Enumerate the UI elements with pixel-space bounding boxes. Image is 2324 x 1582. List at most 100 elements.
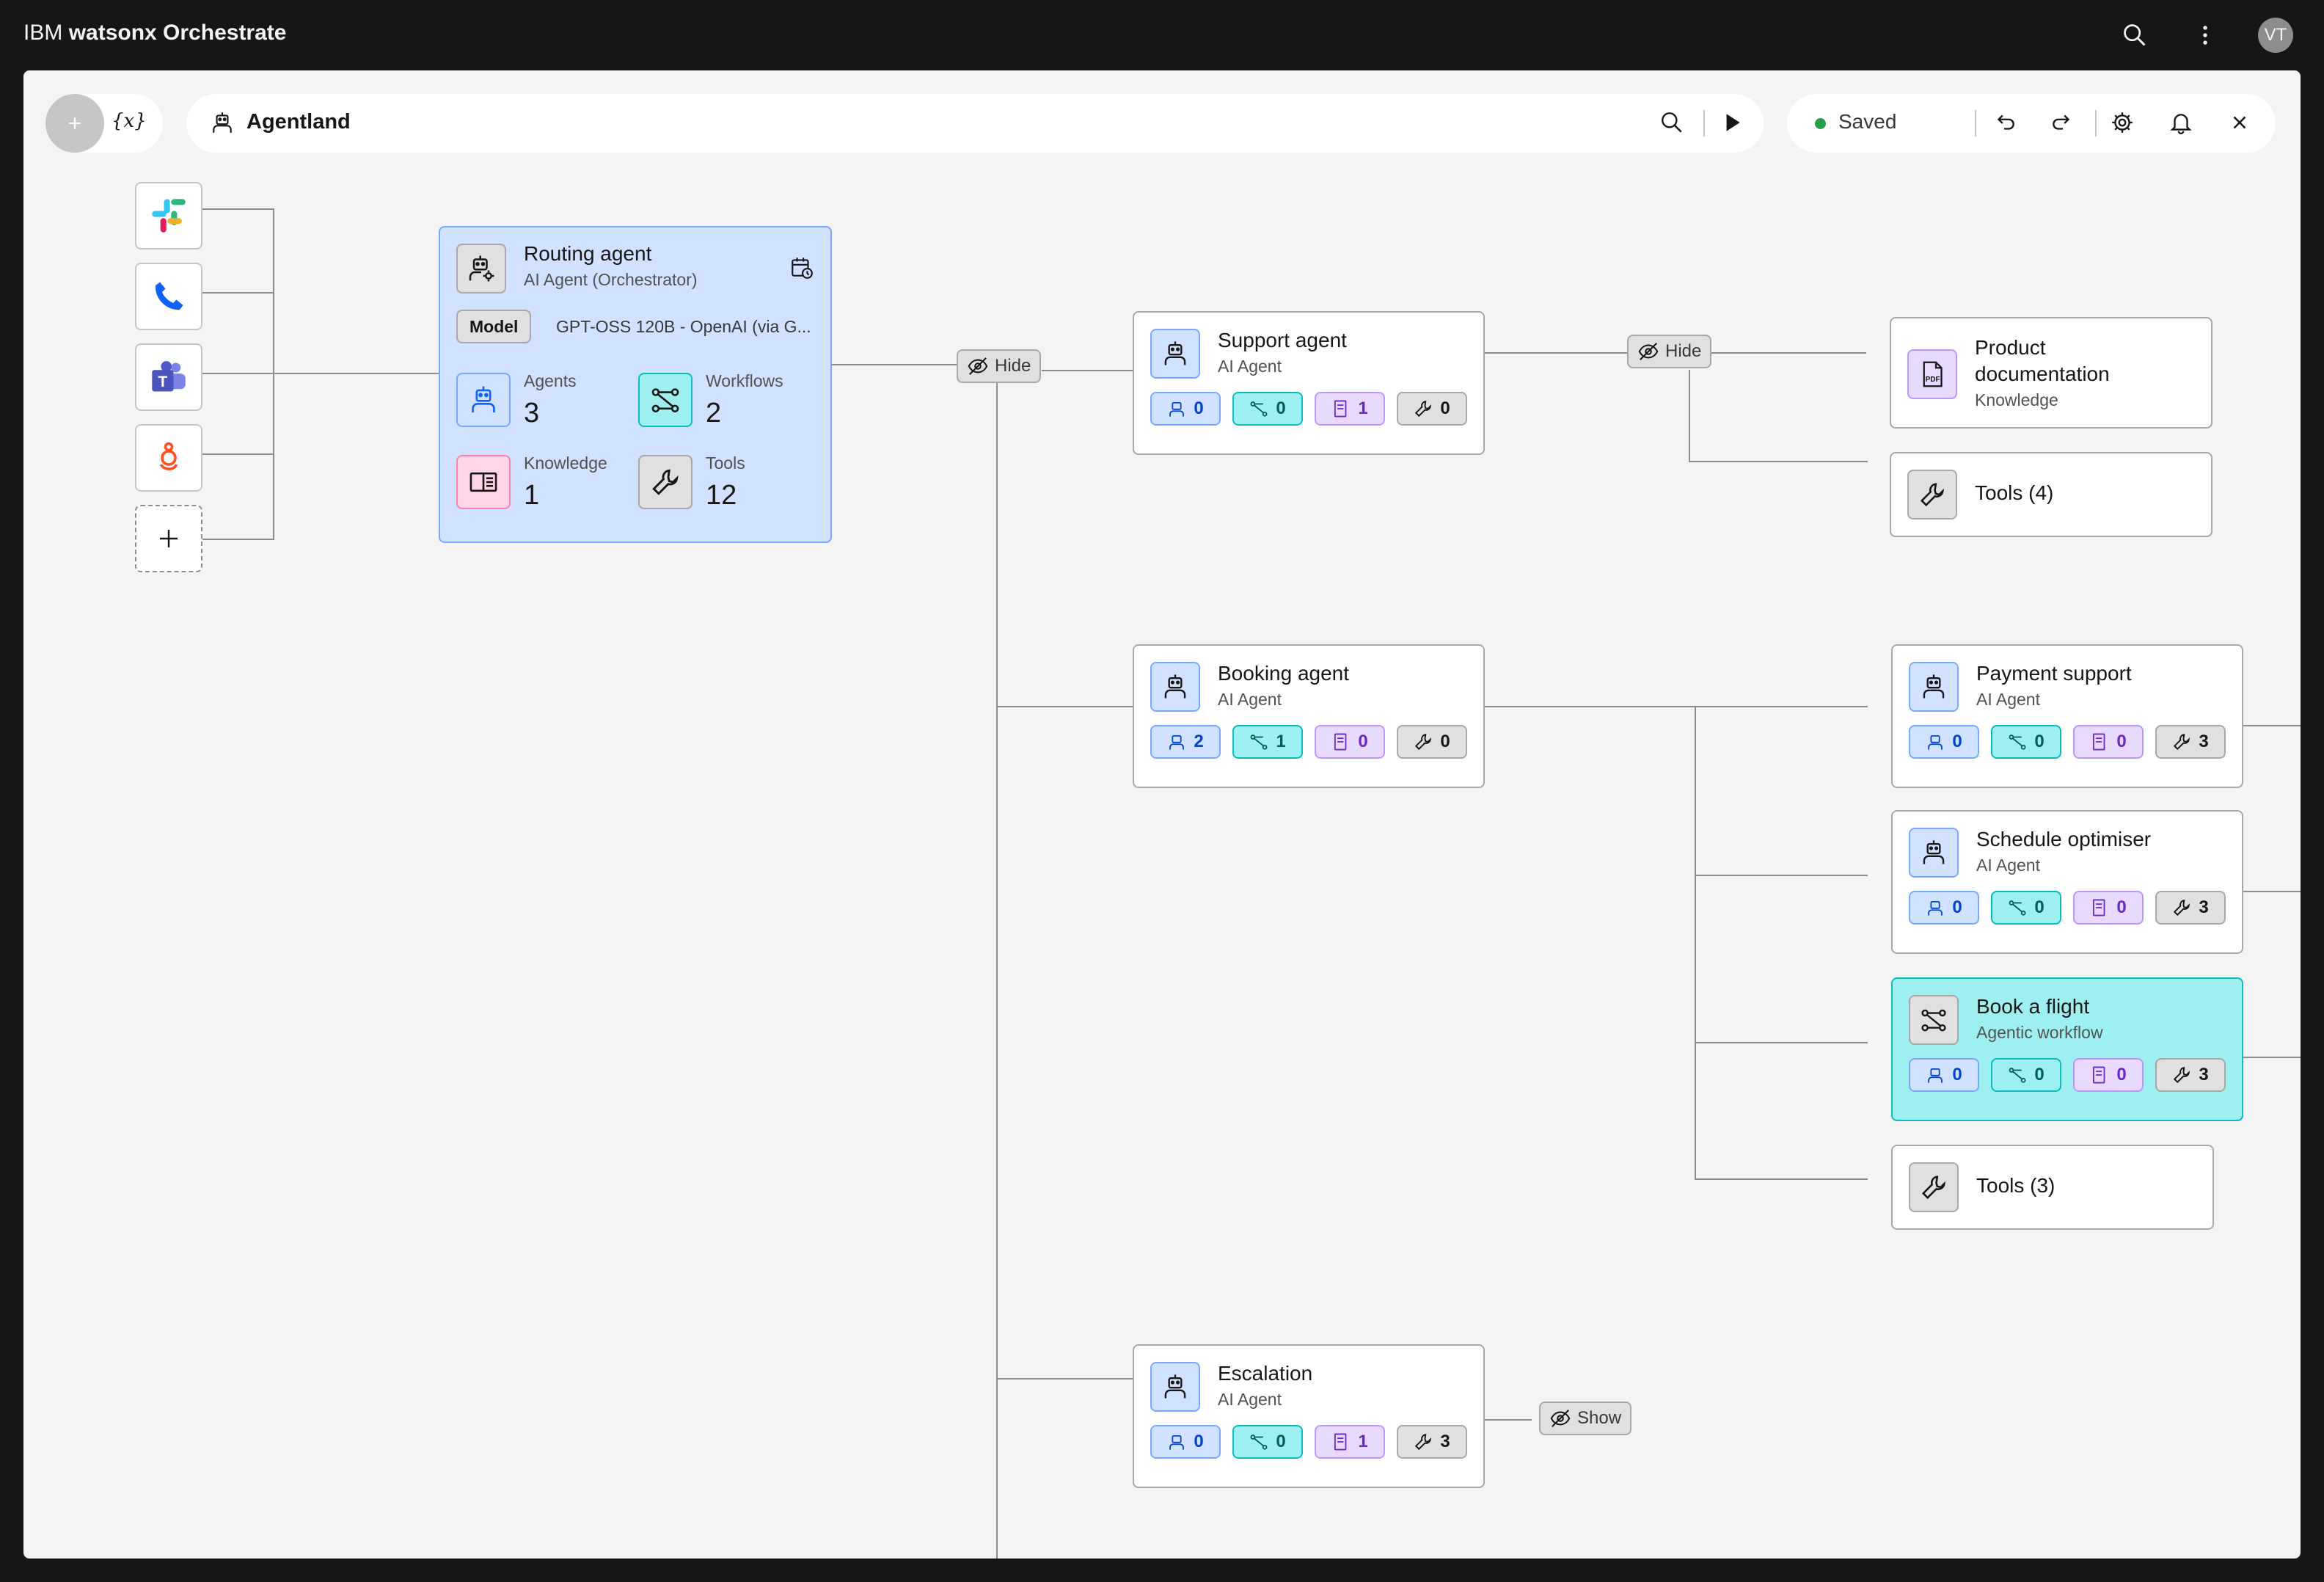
count: 1 — [1358, 1432, 1368, 1451]
knowledge-count-chip: 0 — [2073, 1058, 2144, 1092]
svg-text:T: T — [158, 373, 167, 390]
routing-agent-card[interactable]: Routing agent AI Agent (Orchestrator) Mo… — [439, 226, 832, 543]
document-icon — [1334, 400, 1347, 418]
agent-icon — [1169, 1435, 1185, 1450]
redo-icon[interactable] — [2050, 110, 2075, 135]
count: 0 — [1276, 1432, 1286, 1451]
knowledge-count-chip: 1 — [1315, 1425, 1385, 1459]
model-tag: Model — [456, 310, 532, 343]
settings-icon[interactable] — [2110, 110, 2135, 135]
count: 0 — [1952, 1065, 1962, 1085]
genesys-channel[interactable] — [135, 424, 202, 492]
agent-icon — [1928, 1068, 1943, 1083]
wrench-icon — [2174, 734, 2190, 751]
saved-status-dot — [1815, 118, 1826, 129]
run-icon[interactable] — [1720, 110, 1744, 135]
agents-stat-label: Agents — [524, 371, 577, 390]
agents-count-chip: 0 — [1150, 1425, 1221, 1459]
workflow-icon — [1250, 734, 1268, 750]
plus-icon — [69, 117, 81, 129]
canvas-search-icon[interactable] — [1659, 110, 1684, 135]
tools-stat-icon — [638, 455, 693, 509]
undo-icon[interactable] — [1992, 110, 2017, 135]
connector — [1695, 1042, 1868, 1043]
count: 0 — [1194, 1432, 1204, 1451]
divider — [1975, 110, 1976, 136]
count: 3 — [1440, 1432, 1450, 1451]
brand-prefix: IBM — [23, 21, 63, 45]
project-name[interactable]: Agentland — [246, 110, 351, 134]
connector — [202, 373, 439, 374]
connector — [1482, 1419, 1532, 1421]
agent-icon — [1928, 734, 1943, 750]
agent-title: Schedule optimiser — [1976, 828, 2152, 850]
count: 0 — [1276, 398, 1286, 418]
support-agent-card[interactable]: Support agent AI Agent 0 0 1 0 — [1133, 311, 1485, 455]
product-documentation-card[interactable]: PDF Product documentation Knowledge — [1890, 317, 2212, 429]
close-icon[interactable] — [2227, 110, 2252, 135]
wrench-icon — [1415, 734, 1432, 751]
schedule-icon[interactable] — [789, 255, 814, 280]
booking-agent-card[interactable]: Booking agent AI Agent 2 1 0 0 — [1133, 644, 1485, 788]
knowledge-title: Product documentation — [1975, 335, 2110, 387]
schedule-optimiser-card[interactable]: Schedule optimiser AI Agent 0 0 0 3 — [1891, 810, 2243, 954]
agent-subtitle: AI Agent — [1976, 856, 2040, 875]
show-label: Show — [1577, 1408, 1622, 1428]
workflows-count-chip: 0 — [1232, 1425, 1303, 1459]
variables-button[interactable]: {x} — [112, 110, 147, 132]
count: 0 — [2116, 897, 2127, 917]
count: 0 — [2116, 732, 2127, 751]
routing-agent-subtitle: AI Agent (Orchestrator) — [524, 270, 698, 289]
agent-icon — [1150, 662, 1200, 712]
notification-icon[interactable] — [2168, 110, 2193, 135]
wrench-icon — [1415, 401, 1432, 418]
knowledge-stat-label: Knowledge — [524, 453, 607, 473]
workflow-icon — [1909, 995, 1959, 1045]
connector — [1482, 706, 1868, 707]
view-off-icon — [968, 357, 988, 375]
connector — [202, 453, 273, 455]
saved-status: Saved — [1838, 110, 1897, 133]
agents-count-chip: 0 — [1909, 891, 1979, 925]
slack-channel[interactable] — [135, 182, 202, 249]
hide-toggle-support[interactable]: Hide — [1627, 335, 1712, 368]
phone-channel[interactable] — [135, 263, 202, 330]
workflows-stat-value: 2 — [706, 398, 722, 429]
add-channel-button[interactable] — [135, 505, 202, 572]
tools-group-booking[interactable]: Tools (3) — [1891, 1145, 2214, 1230]
count: 0 — [2116, 1065, 2127, 1085]
escalation-agent-card[interactable]: Escalation AI Agent 0 0 1 3 — [1133, 1344, 1485, 1488]
genesys-icon — [159, 442, 178, 470]
count: 3 — [2199, 1065, 2209, 1085]
brand-name: watsonx Orchestrate — [68, 21, 287, 45]
count: 0 — [1952, 897, 1962, 917]
count: 0 — [2034, 897, 2045, 917]
title-line: documentation — [1975, 362, 2110, 385]
tools-group-support[interactable]: Tools (4) — [1890, 452, 2212, 537]
agent-icon — [1909, 662, 1959, 712]
divider — [1703, 110, 1705, 136]
workflows-count-chip: 1 — [1232, 725, 1303, 759]
show-toggle-escalation[interactable]: Show — [1539, 1401, 1632, 1435]
add-node-button[interactable] — [45, 94, 104, 153]
book-a-flight-card[interactable]: Book a flight Agentic workflow 0 0 0 3 — [1891, 977, 2243, 1121]
search-icon[interactable] — [2117, 18, 2152, 53]
wrench-icon — [1415, 1434, 1432, 1451]
flow-canvas[interactable]: {x} Agentland Saved T Routing agent AI A… — [23, 70, 2301, 1559]
routing-agent-title: Routing agent — [524, 242, 652, 265]
view-off-icon — [1550, 1410, 1571, 1427]
brand[interactable]: IBM watsonx Orchestrate — [23, 21, 286, 45]
model-value[interactable]: GPT-OSS 120B - OpenAI (via G... — [556, 317, 811, 337]
connector — [1689, 461, 1868, 462]
agents-stat-value: 3 — [524, 398, 540, 429]
connector — [202, 539, 273, 540]
workflow-icon — [2009, 734, 2026, 750]
count: 1 — [1276, 732, 1286, 751]
tools-count-chip: 3 — [2155, 1058, 2226, 1092]
teams-channel[interactable]: T — [135, 343, 202, 411]
tools-count-chip: 3 — [1397, 1425, 1467, 1459]
overflow-menu-icon[interactable] — [2188, 18, 2223, 53]
hide-toggle-routing[interactable]: Hide — [957, 349, 1042, 383]
payment-support-card[interactable]: Payment support AI Agent 0 0 0 3 — [1891, 644, 2243, 788]
user-avatar[interactable]: VT — [2258, 18, 2293, 53]
